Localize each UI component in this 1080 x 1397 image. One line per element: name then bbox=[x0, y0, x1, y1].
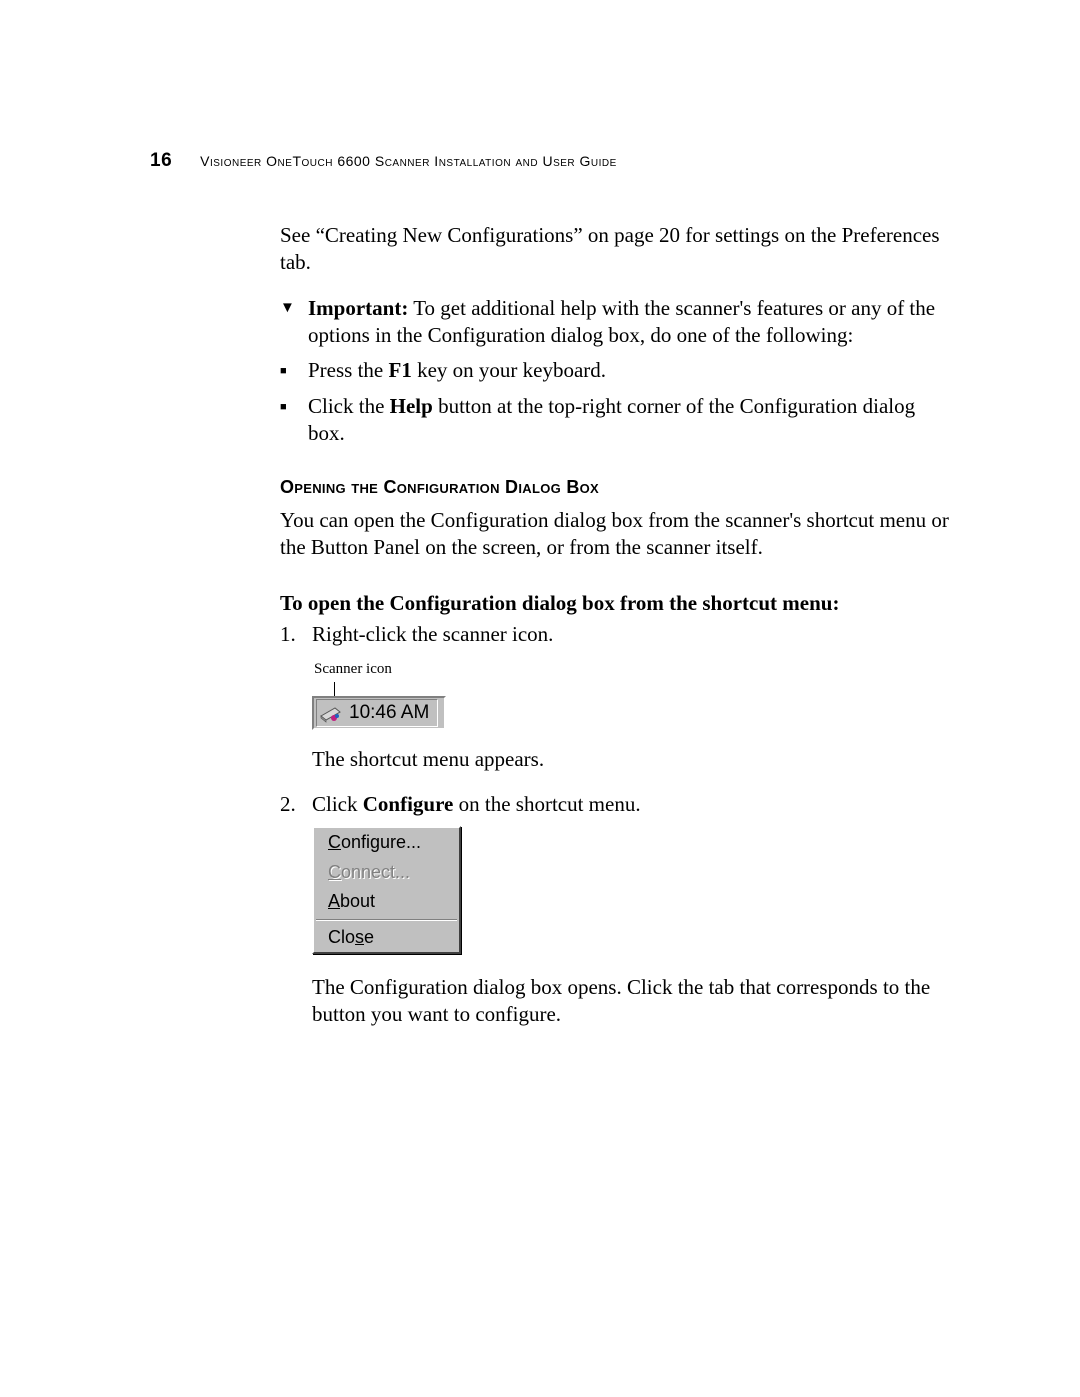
menu-item-close[interactable]: Close bbox=[314, 923, 459, 952]
menu-item-about[interactable]: About bbox=[314, 887, 459, 916]
step-2-result: The Configuration dialog box opens. Clic… bbox=[312, 974, 950, 1029]
tray-clock: 10:46 AM bbox=[349, 701, 429, 726]
important-text: Important: To get additional help with t… bbox=[308, 295, 950, 350]
figure-caption: Scanner icon bbox=[314, 660, 950, 680]
step-2-text: Click Configure on the shortcut menu. bbox=[312, 792, 641, 816]
step-1-text: Right-click the scanner icon. bbox=[312, 622, 553, 646]
running-header: 16 Visioneer OneTouch 6600 Scanner Insta… bbox=[150, 150, 950, 172]
important-block: ▼ Important: To get additional help with… bbox=[280, 295, 950, 448]
step-1: Right-click the scanner icon. Scanner ic… bbox=[280, 621, 950, 785]
bullet-2-text: Click the Help button at the top-right c… bbox=[308, 393, 950, 448]
square-bullet-icon: ■ bbox=[280, 393, 308, 421]
page-number: 16 bbox=[150, 150, 172, 172]
important-row: ▼ Important: To get additional help with… bbox=[280, 295, 950, 350]
bullet-item-2: ■ Click the Help button at the top-right… bbox=[280, 393, 950, 448]
steps-list: Right-click the scanner icon. Scanner ic… bbox=[280, 621, 950, 1041]
context-menu: Configure... Connect... About Close bbox=[312, 826, 461, 954]
body-column: See “Creating New Configurations” on pag… bbox=[280, 222, 950, 1041]
important-label: Important: bbox=[308, 296, 408, 320]
square-bullet-icon: ■ bbox=[280, 357, 308, 385]
step-2: Click Configure on the shortcut menu. Co… bbox=[280, 791, 950, 1040]
menu-item-configure[interactable]: Configure... bbox=[314, 828, 459, 857]
triangle-bullet-icon: ▼ bbox=[280, 295, 308, 321]
header-title: Visioneer OneTouch 6600 Scanner Installa… bbox=[200, 153, 617, 169]
scanner-tray-icon[interactable] bbox=[319, 703, 341, 723]
step-1-result: The shortcut menu appears. bbox=[312, 746, 950, 773]
page: 16 Visioneer OneTouch 6600 Scanner Insta… bbox=[0, 0, 1080, 1041]
intro-paragraph: See “Creating New Configurations” on pag… bbox=[280, 222, 950, 277]
section-heading: Opening the Configuration Dialog Box bbox=[280, 476, 950, 499]
bullet-item-1: ■ Press the F1 key on your keyboard. bbox=[280, 357, 950, 385]
menu-separator bbox=[316, 919, 457, 921]
procedure-heading: To open the Configuration dialog box fro… bbox=[280, 590, 950, 617]
system-tray: 10:46 AM bbox=[312, 696, 446, 730]
bullet-1-text: Press the F1 key on your keyboard. bbox=[308, 357, 950, 384]
callout-line bbox=[334, 682, 335, 696]
section-paragraph: You can open the Configuration dialog bo… bbox=[280, 507, 950, 562]
menu-item-connect: Connect... bbox=[314, 858, 459, 887]
